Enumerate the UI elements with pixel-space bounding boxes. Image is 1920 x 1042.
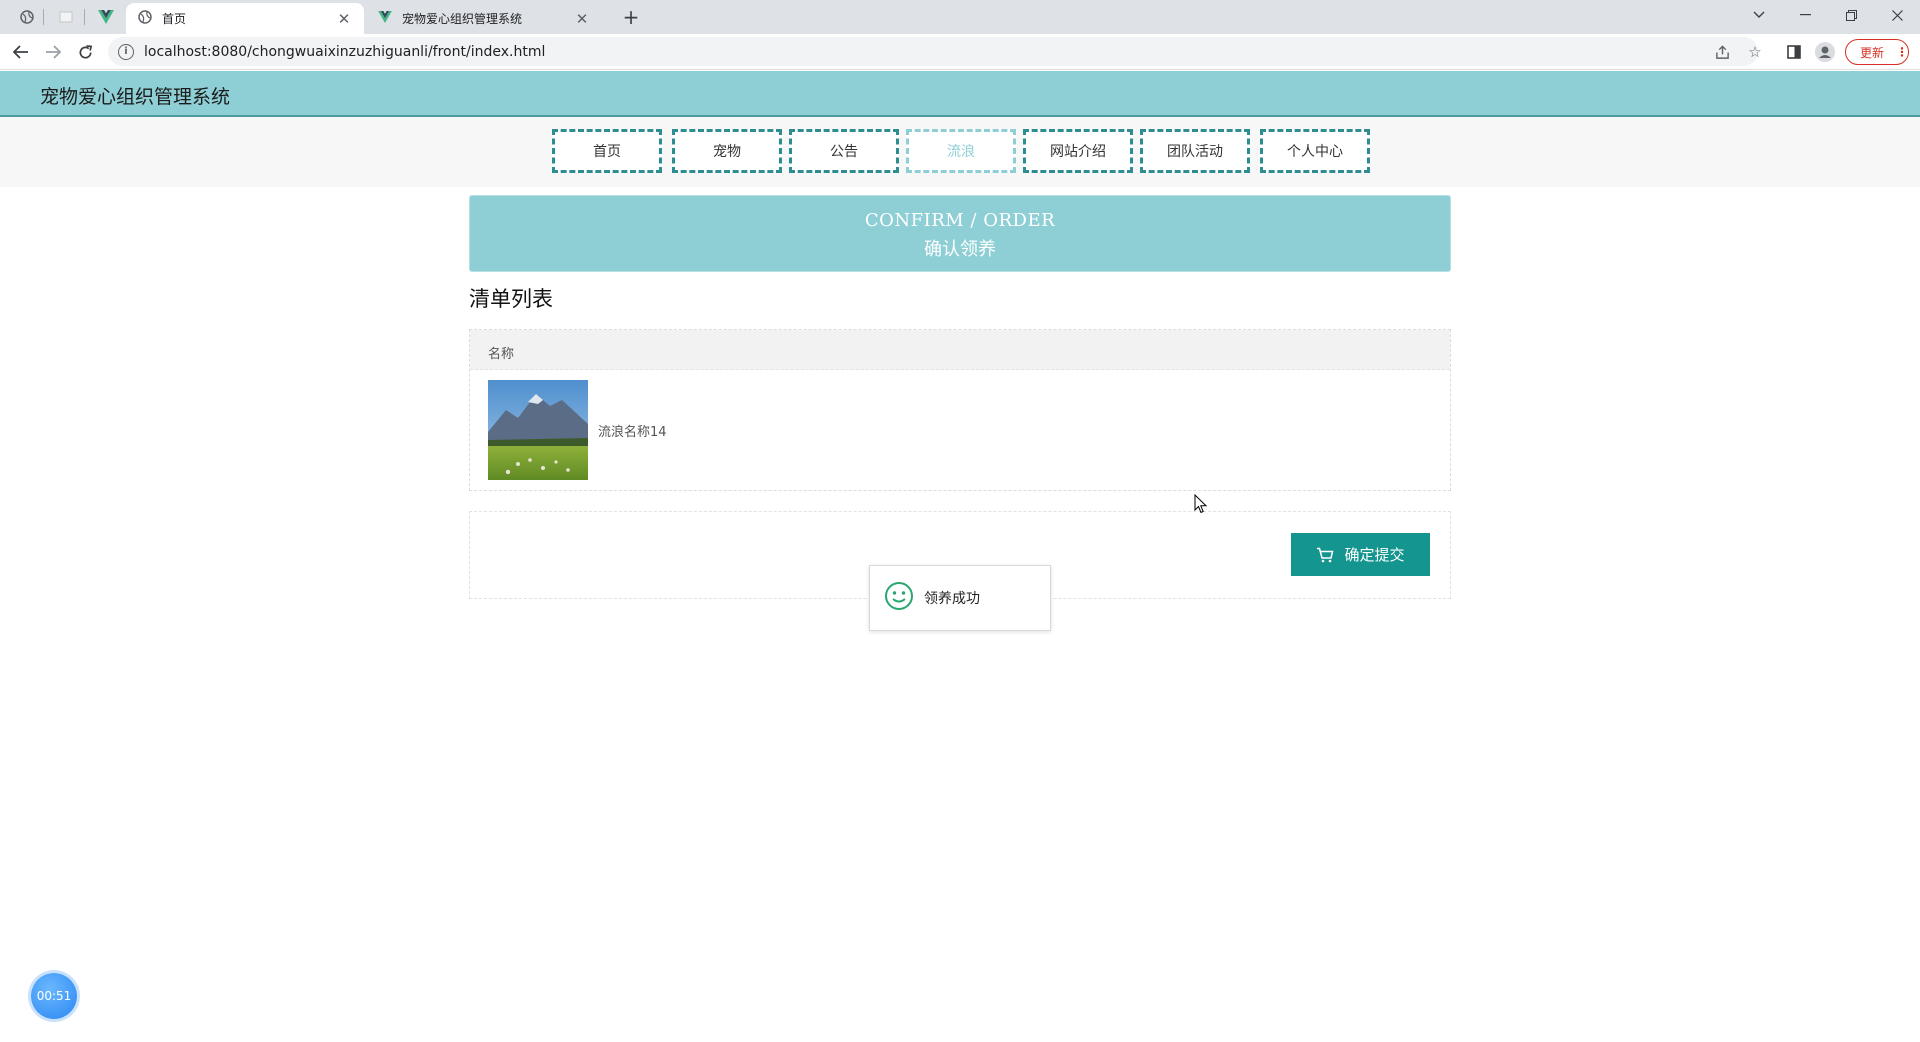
nav-label: 网站介绍: [1050, 144, 1106, 160]
tab-home[interactable]: 首页 ✕: [126, 3, 364, 34]
browser-toolbar: i localhost:8080/chongwuaixinzuzhiguanli…: [0, 34, 1920, 70]
nav-label: 宠物: [713, 144, 741, 160]
site-header: 宠物爱心组织管理系统: [0, 71, 1920, 117]
nav-label: 团队活动: [1167, 144, 1223, 160]
toast-message: 领养成功: [924, 591, 980, 607]
browser-tab-bar: 首页 ✕ 宠物爱心组织管理系统 ✕ +: [0, 0, 1920, 34]
column-header-name: 名称: [488, 347, 515, 362]
close-window-icon[interactable]: [1874, 0, 1920, 30]
nav-label: 流浪: [947, 144, 975, 160]
main-nav: 首页 宠物 公告 流浪 网站介绍 团队活动 个人中心: [0, 117, 1920, 187]
banner-title-en: CONFIRM / ORDER: [864, 210, 1056, 231]
new-tab-plus-icon[interactable]: +: [617, 4, 645, 30]
tab-search-chevron-icon[interactable]: [1736, 0, 1782, 30]
share-icon[interactable]: [1712, 42, 1732, 62]
bookmark-star-icon[interactable]: ☆: [1745, 42, 1765, 62]
timer-text: 00:51: [36, 989, 72, 1003]
tab-system[interactable]: 宠物爱心组织管理系统 ✕: [366, 3, 602, 34]
site-info-icon[interactable]: i: [118, 43, 134, 60]
pinned-tab-vue-icon[interactable]: [96, 7, 116, 27]
update-label: 更新: [1860, 45, 1885, 60]
reload-icon[interactable]: [72, 39, 98, 65]
submit-label: 确定提交: [1344, 547, 1405, 564]
table-row: 流浪名称14: [488, 380, 667, 480]
confirm-order-banner: CONFIRM / ORDER 确认领养: [469, 195, 1451, 272]
pinned-tab-blank-icon[interactable]: [56, 7, 76, 27]
site-title: 宠物爱心组织管理系统: [40, 86, 231, 108]
recording-timer-badge[interactable]: 00:51: [31, 973, 77, 1019]
side-panel-icon[interactable]: [1784, 42, 1804, 62]
address-bar[interactable]: i localhost:8080/chongwuaixinzuzhiguanli…: [108, 37, 1758, 66]
nav-home[interactable]: 首页: [552, 129, 662, 173]
profile-avatar-icon[interactable]: [1815, 42, 1835, 62]
nav-about[interactable]: 网站介绍: [1023, 129, 1133, 173]
nav-label: 个人中心: [1287, 144, 1343, 160]
list-title: 清单列表: [469, 287, 553, 311]
update-button[interactable]: 更新 ⋮: [1845, 39, 1909, 65]
tab-close-icon[interactable]: ✕: [336, 10, 352, 28]
nav-stray[interactable]: 流浪: [906, 129, 1016, 173]
tab-title: 宠物爱心组织管理系统: [402, 12, 523, 26]
url-text: localhost:8080/chongwuaixinzuzhiguanli/f…: [144, 43, 546, 60]
nav-pets[interactable]: 宠物: [672, 129, 782, 173]
table-header: 名称: [470, 330, 1450, 370]
nav-team-activities[interactable]: 团队活动: [1140, 129, 1250, 173]
pinned-tab-globe-icon[interactable]: [17, 7, 37, 27]
restore-icon[interactable]: [1828, 0, 1874, 30]
item-name: 流浪名称14: [598, 424, 667, 440]
item-thumbnail: [488, 380, 588, 480]
vue-icon: [378, 11, 392, 26]
more-menu-icon[interactable]: ⋮: [1896, 45, 1908, 59]
order-table: 名称 流浪名称14: [469, 329, 1451, 491]
forward-arrow-icon[interactable]: [40, 39, 66, 65]
nav-personal-center[interactable]: 个人中心: [1260, 129, 1370, 173]
tab-close-icon[interactable]: ✕: [574, 10, 590, 28]
nav-label: 首页: [593, 144, 621, 160]
mouse-cursor-icon: [1194, 493, 1208, 518]
globe-icon: [138, 10, 152, 27]
success-toast: 领养成功: [869, 565, 1051, 631]
minimize-icon[interactable]: [1782, 0, 1828, 30]
nav-label: 公告: [830, 144, 858, 160]
tab-title: 首页: [162, 12, 187, 26]
banner-title-zh: 确认领养: [924, 239, 996, 260]
nav-notices[interactable]: 公告: [789, 129, 899, 173]
cart-icon: [1316, 547, 1334, 563]
smile-icon: [884, 581, 914, 615]
back-arrow-icon[interactable]: [8, 39, 34, 65]
confirm-submit-button[interactable]: 确定提交: [1291, 533, 1430, 576]
